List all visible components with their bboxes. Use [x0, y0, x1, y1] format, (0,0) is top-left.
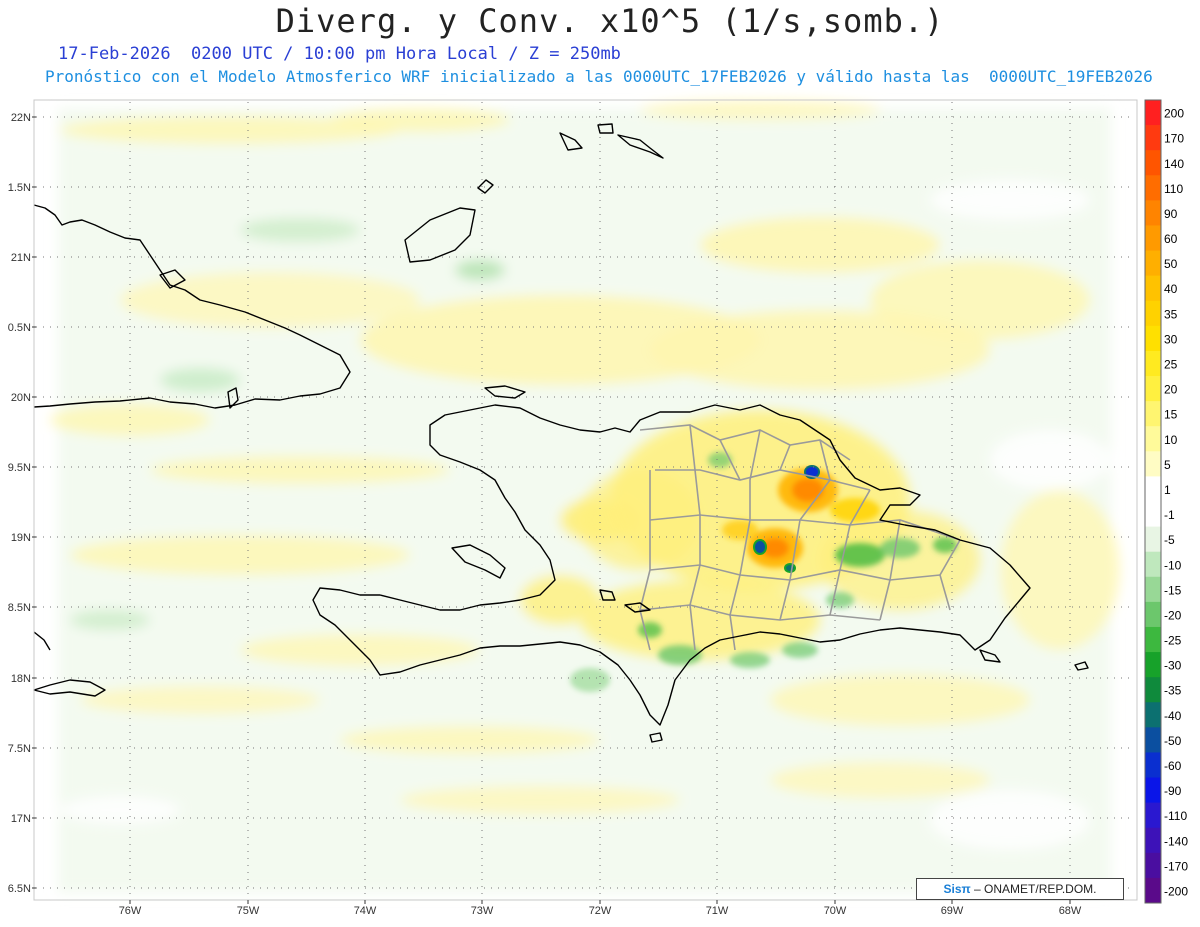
colorbar-swatch — [1145, 551, 1161, 578]
colorbar-swatch — [1145, 426, 1161, 452]
lon-label: 73W — [471, 905, 494, 917]
latitude-axis: 22N 1.5N 21N 0.5N 20N 9.5N 19N 8.5N 18N … — [8, 112, 31, 895]
colorbar-label: 1 — [1164, 483, 1171, 497]
colorbar-swatch — [1145, 175, 1161, 201]
longitude-ticks — [129, 900, 1071, 904]
colorbar-swatch — [1145, 752, 1161, 779]
lat-label: 0.5N — [8, 322, 31, 334]
colorbar-swatch — [1145, 200, 1161, 226]
colorbar-label: 5 — [1164, 458, 1171, 472]
lat-label: 7.5N — [8, 743, 31, 755]
colorbar: 200 170 140 110 90 60 50 40 35 30 25 20 15 10 5 1 -1 -5 -1… — [1144, 99, 1188, 904]
colorbar-swatch — [1145, 225, 1161, 252]
lon-label: 74W — [354, 905, 377, 917]
colorbar-swatch — [1145, 601, 1161, 628]
lon-label: 75W — [237, 905, 260, 917]
lat-label: 22N — [11, 112, 31, 124]
colorbar-label: 15 — [1164, 408, 1178, 422]
colorbar-label: -40 — [1164, 709, 1182, 723]
lon-label: 68W — [1059, 905, 1082, 917]
colorbar-swatch — [1145, 677, 1161, 703]
colorbar-swatch — [1145, 325, 1161, 352]
colorbar-label: -25 — [1164, 634, 1182, 648]
lat-label: 21N — [11, 252, 31, 264]
lon-label: 72W — [589, 905, 612, 917]
sispi-logo: Sisπ — [943, 882, 971, 896]
lon-label: 71W — [706, 905, 729, 917]
colorbar-swatch — [1145, 501, 1161, 528]
colorbar-swatch — [1145, 727, 1161, 753]
lat-label: 9.5N — [8, 462, 31, 474]
colorbar-swatch — [1145, 652, 1161, 678]
colorbar-swatch — [1145, 376, 1161, 402]
colorbar-label: 40 — [1164, 282, 1178, 296]
colorbar-label: -15 — [1164, 583, 1182, 597]
colorbar-label: 10 — [1164, 433, 1178, 447]
colorbar-label: -90 — [1164, 784, 1182, 798]
colorbar-swatch — [1145, 777, 1161, 804]
colorbar-swatch — [1145, 150, 1161, 176]
colorbar-label: -30 — [1164, 659, 1182, 673]
lon-label: 76W — [119, 905, 142, 917]
colorbar-label: 90 — [1164, 207, 1178, 221]
colorbar-swatch — [1145, 476, 1161, 502]
colorbar-swatch — [1145, 100, 1161, 126]
credit-text: – ONAMET/REP.DOM. — [970, 882, 1097, 896]
divergence-map: 22N 1.5N 21N 0.5N 20N 9.5N 19N 8.5N 18N … — [8, 99, 1188, 917]
lat-label: 8.5N — [8, 602, 31, 614]
colorbar-swatch — [1145, 702, 1161, 728]
colorbar-label: 50 — [1164, 257, 1178, 271]
colorbar-swatch — [1145, 125, 1161, 151]
colorbar-swatch — [1145, 451, 1161, 477]
colorbar-label: 170 — [1164, 132, 1184, 146]
lat-label: 1.5N — [8, 182, 31, 194]
colorbar-swatch — [1145, 852, 1161, 879]
colorbar-label: 110 — [1164, 182, 1183, 196]
lat-label: 20N — [11, 392, 31, 404]
colorbar-label: -50 — [1164, 734, 1182, 748]
colorbar-label: -35 — [1164, 684, 1182, 698]
colorbar-swatch — [1145, 802, 1161, 829]
colorbar-label: 60 — [1164, 232, 1178, 246]
colorbar-label: -140 — [1164, 834, 1188, 848]
colorbar-label: -200 — [1164, 884, 1188, 898]
lat-label: 6.5N — [8, 883, 31, 895]
colorbar-swatch — [1145, 275, 1161, 302]
credit-box: Sisπ – ONAMET/REP.DOM. — [916, 878, 1124, 900]
colorbar-label: 200 — [1164, 107, 1184, 121]
colorbar-swatch — [1145, 877, 1161, 904]
colorbar-label: -5 — [1164, 533, 1175, 547]
lat-label: 17N — [11, 813, 31, 825]
lat-label: 18N — [11, 673, 31, 685]
colorbar-label: -170 — [1164, 859, 1188, 873]
colorbar-swatch — [1145, 401, 1161, 427]
colorbar-label: 20 — [1164, 383, 1178, 397]
lon-label: 70W — [824, 905, 847, 917]
colorbar-swatch — [1145, 350, 1161, 377]
lon-label: 69W — [941, 905, 964, 917]
colorbar-swatch — [1145, 626, 1161, 653]
colorbar-label: 30 — [1164, 332, 1178, 346]
colorbar-label: 140 — [1164, 157, 1184, 171]
colorbar-label: 25 — [1164, 358, 1178, 372]
longitude-axis: 76W 75W 74W 73W 72W 71W 70W 69W 68W — [119, 905, 1082, 917]
colorbar-swatch — [1145, 526, 1161, 553]
colorbar-label: -20 — [1164, 608, 1182, 622]
colorbar-label: -10 — [1164, 558, 1182, 572]
colorbar-swatch — [1145, 576, 1161, 603]
colorbar-swatch — [1145, 827, 1161, 854]
field-shading — [50, 100, 1120, 893]
colorbar-label: 35 — [1164, 307, 1178, 321]
colorbar-swatch — [1145, 300, 1161, 327]
lat-label: 19N — [11, 532, 31, 544]
colorbar-label: -110 — [1164, 809, 1187, 823]
colorbar-swatch — [1145, 250, 1161, 277]
colorbar-label: -1 — [1164, 508, 1175, 522]
colorbar-label: -60 — [1164, 759, 1182, 773]
